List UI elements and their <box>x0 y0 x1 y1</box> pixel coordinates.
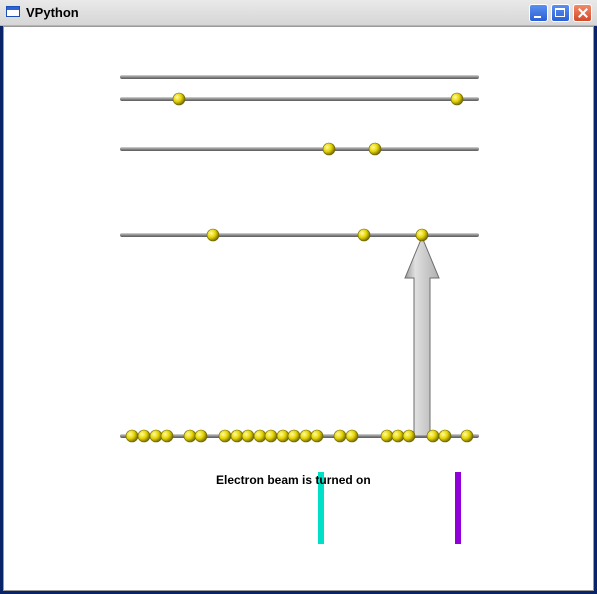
electron <box>345 429 359 443</box>
electron <box>241 429 255 443</box>
window-icon <box>6 6 20 17</box>
electron <box>206 228 220 242</box>
electron <box>310 429 324 443</box>
maximize-button[interactable] <box>551 4 570 22</box>
electron <box>287 429 301 443</box>
scene-canvas[interactable]: Electron beam is turned on <box>3 26 594 591</box>
electron <box>276 429 290 443</box>
electron <box>402 429 416 443</box>
status-text: Electron beam is turned on <box>216 473 371 487</box>
electron <box>264 429 278 443</box>
transition-arrow <box>404 235 440 437</box>
electron <box>149 429 163 443</box>
electron <box>357 228 371 242</box>
electron <box>125 429 139 443</box>
electron <box>426 429 440 443</box>
close-button[interactable] <box>573 4 592 22</box>
electron <box>183 429 197 443</box>
vpython-window: VPython Electron beam is turned on <box>0 0 597 594</box>
electron <box>415 228 429 242</box>
electron <box>450 92 464 106</box>
window-title: VPython <box>26 5 79 20</box>
minimize-button[interactable] <box>529 4 548 22</box>
electron <box>299 429 313 443</box>
energy-level-1 <box>120 75 479 79</box>
electron <box>322 142 336 156</box>
electron <box>160 429 174 443</box>
electron <box>137 429 151 443</box>
title-bar[interactable]: VPython <box>0 0 597 26</box>
electron <box>391 429 405 443</box>
electron <box>368 142 382 156</box>
electron <box>460 429 474 443</box>
electron <box>253 429 267 443</box>
electron <box>333 429 347 443</box>
electron <box>438 429 452 443</box>
electron <box>380 429 394 443</box>
electron <box>218 429 232 443</box>
electron <box>230 429 244 443</box>
electron <box>172 92 186 106</box>
violet-line <box>455 472 461 544</box>
electron <box>194 429 208 443</box>
scene-svg <box>120 75 479 544</box>
energy-level-3 <box>120 147 479 151</box>
